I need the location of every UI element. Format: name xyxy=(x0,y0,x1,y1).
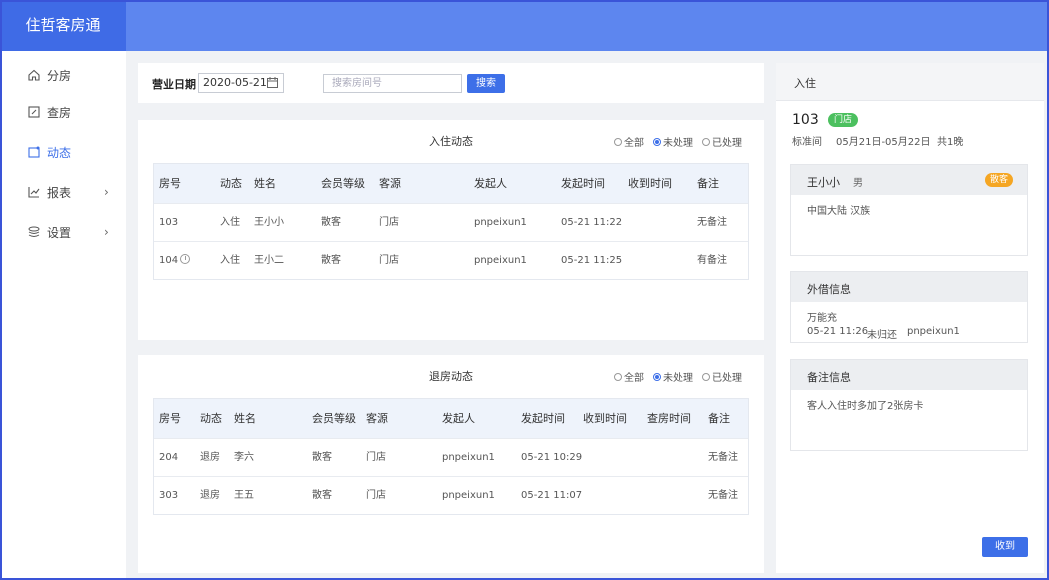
table-row[interactable]: 204 退房 李六 散客 门店 pnpeixun1 05-21 10:29 无备… xyxy=(154,438,748,476)
clock-icon xyxy=(180,254,191,264)
calendar-icon xyxy=(267,77,278,88)
checkin-panel: 入住动态 全部 未处理 已处理 房号 动态 姓名 会员等级 客源 发起人 发起时… xyxy=(138,120,764,340)
remark-card-header: 备注信息 xyxy=(791,360,1027,390)
table-row[interactable]: 303 退房 王五 散客 门店 pnpeixun1 05-21 11:07 无备… xyxy=(154,476,748,514)
app-title: 住哲客房通 xyxy=(0,0,126,51)
filter-bar: 营业日期 2020-05-21 搜索 xyxy=(138,63,764,103)
sidebar-item-label: 报表 xyxy=(47,185,72,200)
sidebar-item-reports[interactable]: 报表 › xyxy=(0,172,126,212)
borrow-title: 外借信息 xyxy=(807,283,851,296)
borrow-card-header: 外借信息 xyxy=(791,272,1027,302)
search-button[interactable]: 搜索 xyxy=(467,74,505,93)
source-badge: 门店 xyxy=(828,113,859,127)
filter-processed[interactable]: 已处理 xyxy=(702,369,742,384)
chevron-right-icon: › xyxy=(104,185,109,199)
table-row[interactable]: 103 入住 王小小 散客 门店 pnpeixun1 05-21 11:22 无… xyxy=(154,203,748,241)
table-header: 房号 动态 姓名 会员等级 客源 发起人 发起时间 收到时间 查房时间 备注 xyxy=(154,399,748,438)
borrow-user: pnpeixun1 xyxy=(907,326,960,337)
filter-unprocessed[interactable]: 未处理 xyxy=(653,369,693,384)
sidebar-item-label: 动态 xyxy=(47,145,72,160)
checkout-table: 房号 动态 姓名 会员等级 客源 发起人 发起时间 收到时间 查房时间 备注 2… xyxy=(153,398,749,515)
guest-origin: 中国大陆 汉族 xyxy=(807,206,871,217)
checkout-filter: 全部 未处理 已处理 xyxy=(614,369,751,384)
stay-dates: 05月21日-05月22日 xyxy=(836,137,931,148)
remark-title: 备注信息 xyxy=(807,371,851,384)
business-date-label: 营业日期 xyxy=(152,78,196,91)
remark-text: 客人入住时多加了2张房卡 xyxy=(807,401,924,412)
bell-icon xyxy=(28,146,40,158)
sidebar-item-activity[interactable]: 动态 xyxy=(0,132,126,172)
sidebar-item-label: 查房 xyxy=(47,105,72,120)
chart-icon xyxy=(28,187,40,198)
room-type: 标准间 xyxy=(792,137,822,148)
table-header: 房号 动态 姓名 会员等级 客源 发起人 发起时间 收到时间 备注 xyxy=(154,164,748,203)
sidebar: 分房 查房 动态 报表 › 设置 › xyxy=(0,51,126,580)
guest-card-header: 王小小 男 散客 xyxy=(791,165,1027,195)
checkin-title: 入住动态 xyxy=(429,135,473,148)
filter-processed[interactable]: 已处理 xyxy=(702,134,742,149)
date-value: 2020-05-21 xyxy=(203,76,267,89)
top-header: 住哲客房通 xyxy=(0,0,1049,51)
checkout-title: 退房动态 xyxy=(429,370,473,383)
detail-panel: 入住 103 门店 标准间 05月21日-05月22日 共1晚 王小小 男 散客… xyxy=(776,63,1044,573)
room-number: 103 xyxy=(792,112,819,128)
borrow-card: 外借信息 万能充 05-21 11:26 未归还 pnpeixun1 xyxy=(790,271,1028,343)
filter-unprocessed[interactable]: 未处理 xyxy=(653,134,693,149)
borrow-status: 未归还 xyxy=(867,330,897,341)
business-date-picker[interactable]: 2020-05-21 xyxy=(198,73,284,93)
table-row[interactable]: 104 入住 王小二 散客 门店 pnpeixun1 05-21 11:25 有… xyxy=(154,241,748,279)
filter-all[interactable]: 全部 xyxy=(614,134,644,149)
guest-type-badge: 散客 xyxy=(984,173,1013,187)
chevron-right-icon: › xyxy=(104,225,109,239)
checkin-filter: 全部 未处理 已处理 xyxy=(614,134,751,149)
home-icon xyxy=(28,69,40,81)
layers-icon xyxy=(28,226,40,237)
sidebar-item-label: 设置 xyxy=(47,225,72,240)
sidebar-item-assign-room[interactable]: 分房 xyxy=(0,55,126,95)
guest-name: 王小小 xyxy=(807,176,840,189)
detail-header: 入住 xyxy=(776,63,1044,101)
receive-button[interactable]: 收到 xyxy=(982,537,1028,557)
room-search-input[interactable] xyxy=(323,74,462,93)
remark-card: 备注信息 客人入住时多加了2张房卡 xyxy=(790,359,1028,451)
borrow-item: 万能充 xyxy=(807,313,837,324)
guest-card: 王小小 男 散客 中国大陆 汉族 xyxy=(790,164,1028,256)
checkin-table: 房号 动态 姓名 会员等级 客源 发起人 发起时间 收到时间 备注 103 入住… xyxy=(153,163,749,280)
borrow-time: 05-21 11:26 xyxy=(807,326,869,337)
nights-count: 共1晚 xyxy=(937,137,964,148)
edit-icon xyxy=(28,106,40,118)
detail-header-title: 入住 xyxy=(794,77,816,90)
sidebar-item-inspect-room[interactable]: 查房 xyxy=(0,92,126,132)
filter-all[interactable]: 全部 xyxy=(614,369,644,384)
sidebar-item-settings[interactable]: 设置 › xyxy=(0,212,126,252)
sidebar-item-label: 分房 xyxy=(47,68,72,83)
guest-gender: 男 xyxy=(853,178,863,189)
checkout-panel: 退房动态 全部 未处理 已处理 房号 动态 姓名 会员等级 客源 发起人 发起时… xyxy=(138,355,764,573)
